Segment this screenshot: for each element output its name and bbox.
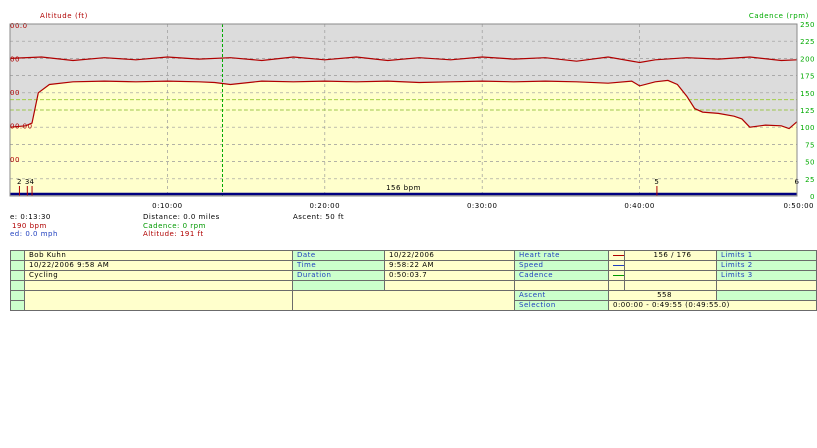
left-tick-label: 00 (10, 89, 20, 97)
row-stub (10, 270, 25, 281)
sport-type: Cycling (24, 270, 293, 281)
readout-speed: ed: 0.0 mph (10, 230, 58, 238)
left-tick-label: 00.0 (10, 22, 28, 30)
table-row: Bob Kuhn Date 10/22/2006 Heart rate 156 … (10, 250, 817, 261)
right-tick-label: 0 (810, 193, 815, 201)
selection-value: 0:00:00 - 0:49:55 (0:49:55.0) (608, 300, 817, 311)
ascent-label: Ascent (514, 290, 609, 301)
empty-cell (24, 280, 293, 291)
readout-distance: Distance: 0.0 miles (143, 213, 220, 221)
duration-value: 0:50:03.7 (384, 270, 515, 281)
right-tick-label: 250 (800, 21, 815, 29)
cadence-label: Cadence (514, 270, 609, 281)
left-tick-label: 00.00 (10, 123, 33, 131)
right-tick-label: 125 (800, 107, 815, 115)
time-label: Time (292, 260, 385, 271)
limits-1[interactable]: Limits 1 (716, 250, 817, 261)
empty-cell (716, 290, 817, 301)
empty-cell (514, 280, 609, 291)
table-row: Ascent 558 (10, 290, 817, 311)
row-stub (10, 280, 25, 291)
right-tick-label: 25 (805, 176, 815, 184)
row-stub (10, 260, 25, 271)
right-tick-label: 200 (800, 55, 815, 63)
time-value: 9:58:22 AM (384, 260, 515, 271)
right-tick-label: 50 (805, 159, 815, 167)
x-axis-ticks: 0:10:00 0:20:00 0:30:00 0:40:00 0:50:00 (152, 202, 815, 210)
average-hr-label: 156 bpm (386, 184, 421, 192)
empty-cell (384, 280, 515, 291)
right-tick-label: 150 (800, 90, 815, 98)
table-row: 10/22/2006 9:58 AM Time 9:58:22 AM Speed… (10, 260, 817, 271)
right-axis-ticks: 2502252001751501251007550250 (800, 21, 815, 201)
right-tick-label: 100 (800, 124, 815, 132)
right-tick-label: 75 (805, 141, 815, 149)
empty-cell (24, 290, 293, 311)
limits-2[interactable]: Limits 2 (716, 260, 817, 271)
readout-altitude: Altitude: 191 ft (143, 230, 204, 238)
table-row: Cycling Duration 0:50:03.7 Cadence Limit… (10, 270, 817, 281)
speed-swatch (608, 260, 625, 271)
x-tick-label: 0:50:00 (784, 202, 815, 210)
lap-marker-label: 4 (30, 178, 35, 186)
x-tick-label: 0:40:00 (624, 202, 655, 210)
right-tick-label: 175 (800, 73, 815, 81)
cadence-swatch (608, 270, 625, 281)
ascent-value: 558 (608, 290, 717, 301)
left-tick-label: 00 (10, 156, 20, 164)
speed-value (624, 260, 717, 271)
heart-rate-label: Heart rate (514, 250, 609, 261)
x-tick-label: 0:30:00 (467, 202, 498, 210)
lap-marker-label: 5 (654, 178, 659, 186)
empty-cell (716, 280, 817, 291)
readout-time: e: 0:13:30 (10, 213, 51, 221)
right-tick-label: 225 (800, 38, 815, 46)
date-label: Date (292, 250, 385, 261)
x-tick-label: 0:20:00 (310, 202, 341, 210)
date-value: 10/22/2006 (384, 250, 515, 261)
empty-cell (292, 280, 385, 291)
summary-table: Bob Kuhn Date 10/22/2006 Heart rate 156 … (10, 250, 817, 311)
session-datetime: 10/22/2006 9:58 AM (24, 260, 293, 271)
empty-cell (624, 280, 717, 291)
table-row (10, 280, 817, 291)
left-tick-label: 00 (10, 56, 20, 64)
row-stub (10, 290, 25, 301)
empty-cell (292, 290, 515, 311)
heart-rate-value: 156 / 176 (624, 250, 717, 261)
chart[interactable]: 23456 156 bpm 00.0000000.0000 2502252001… (0, 0, 817, 210)
row-stub (10, 300, 25, 311)
selection-label: Selection (514, 300, 609, 311)
cadence-value (624, 270, 717, 281)
duration-label: Duration (292, 270, 385, 281)
row-stub (10, 250, 25, 261)
heart-rate-swatch (608, 250, 625, 261)
lap-marker-label: 2 (17, 178, 22, 186)
empty-cell (608, 280, 625, 291)
readout-ascent: Ascent: 50 ft (293, 213, 345, 221)
speed-label: Speed (514, 260, 609, 271)
limits-3[interactable]: Limits 3 (716, 270, 817, 281)
x-tick-label: 0:10:00 (152, 202, 183, 210)
athlete-name: Bob Kuhn (24, 250, 293, 261)
